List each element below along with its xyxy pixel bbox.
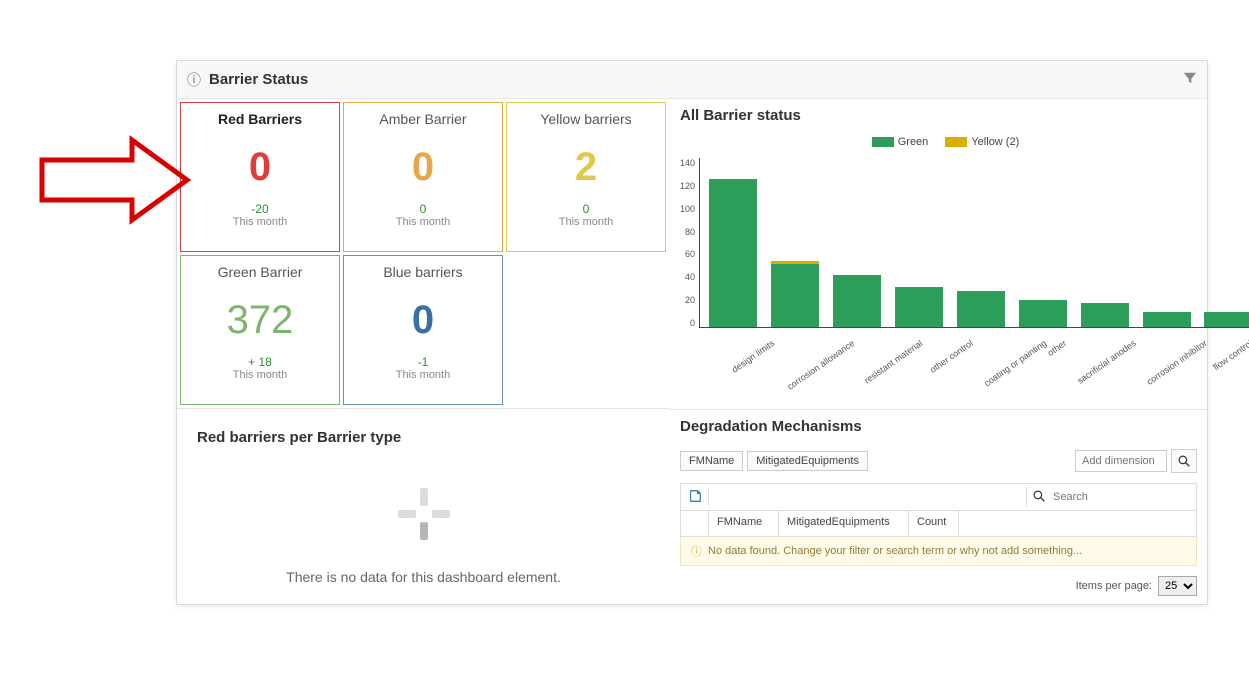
card-delta: -1 (418, 355, 429, 369)
table-header: FMName MitigatedEquipments Count (680, 511, 1197, 537)
sub-panel-title: Red barriers per Barrier type (197, 429, 401, 446)
yellow-barriers-card[interactable]: Yellow barriers 2 0 This month (506, 102, 666, 252)
card-delta: + 18 (248, 355, 272, 369)
card-period: This month (396, 216, 450, 228)
sub-panel-title: Degradation Mechanisms (680, 418, 1197, 435)
card-delta: 0 (420, 202, 427, 216)
card-value: 0 (412, 145, 434, 190)
no-data-text: There is no data for this dashboard elem… (286, 569, 561, 585)
legend-swatch-yellow (945, 137, 967, 147)
card-period: This month (233, 369, 287, 381)
dimension-search-button[interactable] (1171, 449, 1197, 473)
status-cards-grid: Red Barriers 0 -20 This month Amber Barr… (177, 99, 670, 408)
red-barriers-per-type-panel: Red barriers per Barrier type There is n… (177, 408, 670, 605)
pager-label: Items per page: (1076, 580, 1152, 592)
amber-barrier-card[interactable]: Amber Barrier 0 0 This month (343, 102, 503, 252)
card-delta: -20 (251, 202, 268, 216)
legend-label-yellow: Yellow (2) (971, 136, 1019, 148)
column-checkbox[interactable] (681, 511, 709, 536)
card-value: 2 (575, 145, 597, 190)
search-icon (1178, 455, 1190, 467)
red-barriers-card[interactable]: Red Barriers 0 -20 This month (180, 102, 340, 252)
export-icon[interactable] (681, 489, 709, 506)
all-barrier-status-chart: All Barrier status Green Yellow (2) 1401… (670, 99, 1207, 409)
table-search (1026, 487, 1196, 507)
info-icon[interactable]: ⓘ (187, 70, 201, 90)
filter-icon[interactable] (1183, 71, 1197, 88)
card-title: Blue barriers (383, 264, 462, 280)
card-period: This month (396, 369, 450, 381)
search-icon (1033, 490, 1045, 505)
blue-barriers-card[interactable]: Blue barriers 0 -1 This month (343, 255, 503, 405)
column-mitigated[interactable]: MitigatedEquipments (779, 511, 909, 536)
items-per-page-select[interactable]: 25 (1158, 576, 1197, 596)
green-barrier-card[interactable]: Green Barrier 372 + 18 This month (180, 255, 340, 405)
no-data-message: No data found. Change your filter or sea… (708, 545, 1082, 557)
legend-label-green: Green (898, 136, 929, 148)
table-toolbar (680, 483, 1197, 511)
card-delta: 0 (583, 202, 590, 216)
chart-y-axis: 140120100806040200 (680, 158, 699, 328)
chart-x-labels: design limitscorrosion allowanceresistan… (729, 328, 1249, 388)
card-title: Green Barrier (218, 264, 303, 280)
annotation-arrow (32, 130, 192, 230)
panel-header: ⓘ Barrier Status (177, 61, 1207, 99)
card-value: 0 (249, 145, 271, 190)
dimension-tag-mitigated[interactable]: MitigatedEquipments (747, 451, 868, 471)
degradation-mechanisms-panel: Degradation Mechanisms FMName MitigatedE… (670, 409, 1207, 604)
chart-legend: Green Yellow (2) (680, 136, 1197, 148)
card-title: Amber Barrier (379, 111, 466, 127)
column-count[interactable]: Count (909, 511, 959, 536)
table-search-input[interactable] (1049, 487, 1190, 507)
card-period: This month (559, 216, 613, 228)
info-icon: ⓘ (691, 543, 702, 559)
table-no-data-row: ⓘ No data found. Change your filter or s… (680, 537, 1197, 566)
card-title: Red Barriers (218, 111, 302, 127)
add-dimension-input[interactable] (1075, 450, 1167, 472)
panel-title: Barrier Status (209, 71, 1183, 88)
card-value: 0 (412, 298, 434, 343)
column-fmname[interactable]: FMName (709, 511, 779, 536)
dimension-tag-fmname[interactable]: FMName (680, 451, 743, 471)
legend-swatch-green (872, 137, 894, 147)
dimension-row: FMName MitigatedEquipments (680, 449, 1197, 473)
card-value: 372 (227, 298, 294, 343)
card-period: This month (233, 216, 287, 228)
pager: Items per page: 25 (680, 566, 1197, 596)
no-data-icon (394, 484, 454, 549)
card-title: Yellow barriers (540, 111, 631, 127)
chart-title: All Barrier status (680, 107, 1197, 124)
barrier-status-panel: ⓘ Barrier Status Red Barriers 0 -20 This… (176, 60, 1208, 605)
chart-bars (699, 158, 1249, 328)
